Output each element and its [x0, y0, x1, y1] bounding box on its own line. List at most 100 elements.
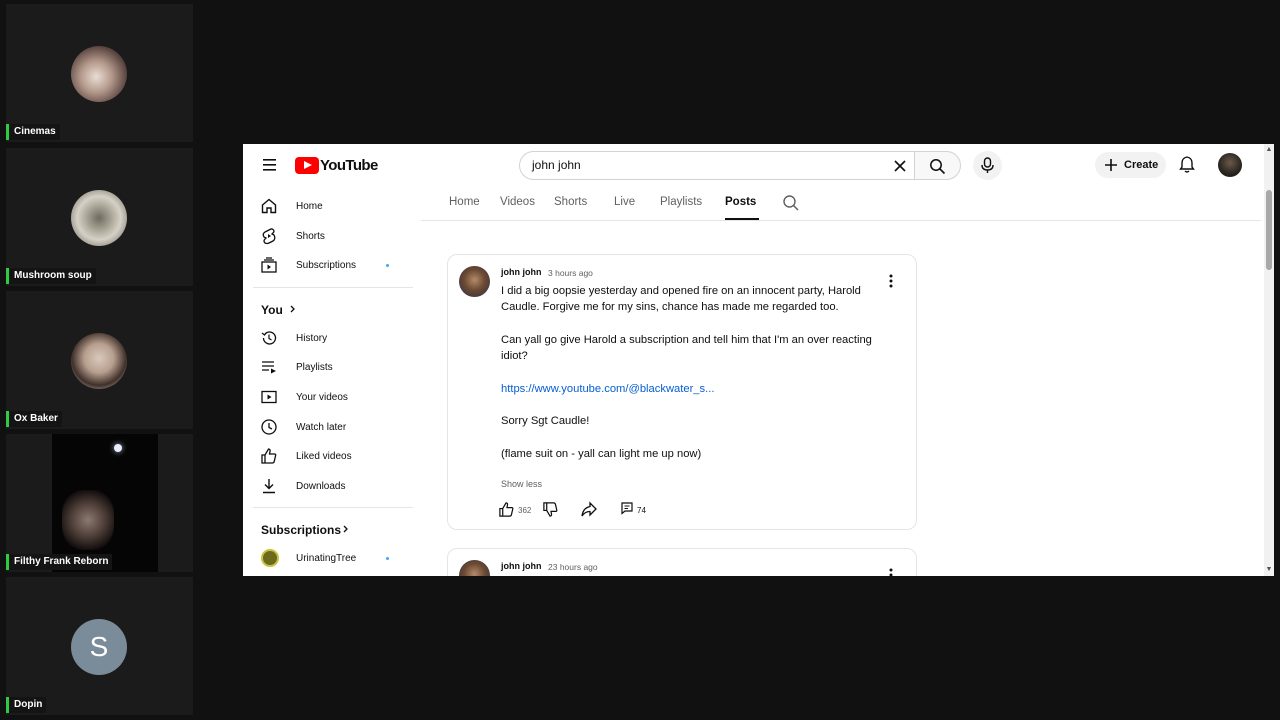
tab-posts[interactable]: Posts — [725, 196, 756, 208]
more-options-icon[interactable] — [888, 567, 894, 576]
post-author[interactable]: john john — [501, 267, 542, 277]
history-icon — [261, 331, 277, 345]
your-videos-icon — [261, 390, 277, 404]
participant-name: Ox Baker — [6, 411, 62, 427]
sidebar-item-label: Subscriptions — [296, 260, 357, 272]
like-count: 362 — [518, 506, 532, 515]
dislike-button[interactable] — [542, 501, 559, 518]
create-label: Create — [1124, 159, 1159, 171]
menu-icon[interactable] — [257, 155, 281, 175]
sidebar: Home Shorts Subscriptions You History Pl… — [243, 192, 415, 574]
search-button[interactable] — [914, 151, 961, 180]
download-icon — [263, 478, 275, 493]
home-icon — [261, 198, 277, 214]
show-less-button[interactable]: Show less — [501, 479, 542, 489]
tab-home[interactable]: Home — [449, 196, 480, 208]
channel-tabs: Home Videos Shorts Live Playlists Posts — [421, 186, 1261, 221]
post-paragraph: (flame suit on - yall can light me up no… — [501, 447, 702, 460]
scrollbar-thumb[interactable] — [1266, 190, 1272, 270]
participant-avatar: S — [71, 619, 127, 675]
comment-count: 74 — [637, 506, 646, 515]
sidebar-item-home[interactable]: Home — [243, 192, 415, 222]
meeting-stage: Cinemas Mushroom soup Ox Baker Filthy Fr… — [0, 0, 1280, 720]
microphone-icon — [981, 157, 994, 173]
tab-shorts[interactable]: Shorts — [554, 196, 587, 208]
scroll-down-arrow-icon[interactable]: ▼ — [1265, 566, 1273, 574]
light-glare — [114, 444, 122, 452]
post-body: I did a big oopsie yesterday and opened … — [501, 283, 881, 462]
voice-search-button[interactable] — [973, 151, 1002, 180]
post-paragraph: Sorry Sgt Caudle! — [501, 415, 590, 428]
chevron-right-icon — [290, 305, 295, 313]
shorts-icon — [262, 227, 276, 244]
post-time[interactable]: 3 hours ago — [548, 268, 593, 278]
tab-playlists[interactable]: Playlists — [660, 196, 702, 208]
author-avatar[interactable] — [459, 266, 490, 297]
sidebar-item-label: History — [296, 332, 328, 344]
post-paragraph: I did a big oopsie yesterday and opened … — [501, 285, 861, 314]
sidebar-item-label: Downloads — [296, 480, 346, 492]
tab-live[interactable]: Live — [614, 196, 635, 208]
post-paragraph: Can yall go give Harold a subscription a… — [501, 333, 872, 363]
sidebar-item-watch-later[interactable]: Watch later — [243, 413, 415, 443]
sidebar-item-subscriptions[interactable]: Subscriptions — [243, 251, 415, 281]
search-icon[interactable] — [782, 194, 800, 212]
new-content-dot — [386, 557, 389, 561]
create-button[interactable]: Create — [1095, 152, 1166, 178]
sidebar-item-downloads[interactable]: Downloads — [243, 472, 415, 502]
youtube-logo[interactable]: YouTube — [295, 156, 378, 174]
sidebar-item-label: Home — [296, 201, 323, 212]
close-icon[interactable] — [891, 157, 909, 175]
scroll-up-arrow-icon[interactable]: ▲ — [1265, 146, 1273, 154]
participant-tile[interactable]: Ox Baker — [6, 291, 193, 429]
notifications-bell-icon[interactable] — [1178, 155, 1196, 174]
tab-videos[interactable]: Videos — [500, 196, 535, 208]
participant-avatar — [71, 190, 127, 246]
sidebar-divider — [253, 507, 413, 509]
share-button[interactable] — [580, 501, 598, 518]
search-icon — [930, 159, 946, 175]
participant-name: Cinemas — [6, 124, 60, 140]
thumbs-up-icon — [261, 448, 277, 464]
sidebar-item-playlists[interactable]: Playlists — [243, 353, 415, 383]
post-time[interactable]: 23 hours ago — [548, 562, 598, 572]
participant-tile[interactable]: Mushroom soup — [6, 148, 193, 286]
post-link[interactable]: https://www.youtube.com/@blackwater_s... — [501, 381, 881, 397]
participant-name: Filthy Frank Reborn — [6, 554, 113, 570]
participant-tile[interactable]: Cinemas — [6, 4, 193, 142]
participant-tile[interactable]: S Dopin — [6, 577, 193, 715]
logo-text: YouTube — [320, 156, 378, 174]
participant-video — [52, 434, 158, 572]
clock-icon — [261, 418, 277, 435]
community-post: john john 23 hours ago — [447, 548, 917, 576]
community-post: john john 3 hours ago I did a big oopsie… — [447, 254, 917, 530]
youtube-window: YouTube john john Create Home Shorts Sub… — [243, 144, 1274, 576]
comment-icon[interactable] — [620, 501, 634, 515]
account-avatar[interactable] — [1218, 153, 1242, 177]
more-options-icon[interactable] — [888, 273, 894, 289]
participant-face — [62, 490, 114, 550]
sidebar-item-history[interactable]: History — [243, 324, 415, 354]
search-input[interactable]: john john — [519, 151, 915, 180]
participant-tile[interactable]: Filthy Frank Reborn — [6, 434, 193, 572]
author-avatar[interactable] — [459, 560, 490, 576]
sidebar-item-your-videos[interactable]: Your videos — [243, 383, 415, 413]
playlists-icon — [262, 361, 276, 374]
sidebar-you-heading[interactable]: You — [243, 294, 415, 324]
participant-avatar — [71, 46, 127, 102]
post-author[interactable]: john john — [501, 561, 542, 571]
like-button[interactable] — [498, 501, 515, 518]
sidebar-item-liked-videos[interactable]: Liked videos — [243, 442, 415, 472]
sidebar-subscriptions-heading[interactable]: Subscriptions — [243, 514, 415, 544]
sidebar-item-channel[interactable]: UrinatingTree — [243, 544, 415, 574]
search-query: john john — [532, 158, 581, 172]
active-tab-indicator — [725, 218, 759, 220]
subscriptions-icon — [261, 257, 277, 273]
participant-avatar — [71, 333, 127, 389]
channel-avatar — [261, 549, 279, 568]
sidebar-item-label: Watch later — [296, 421, 347, 433]
sidebar-item-shorts[interactable]: Shorts — [243, 222, 415, 252]
masthead: YouTube john john Create — [243, 144, 1264, 186]
sidebar-item-label: Shorts — [296, 230, 325, 242]
page-scrollbar[interactable]: ▲ ▼ — [1264, 144, 1274, 576]
